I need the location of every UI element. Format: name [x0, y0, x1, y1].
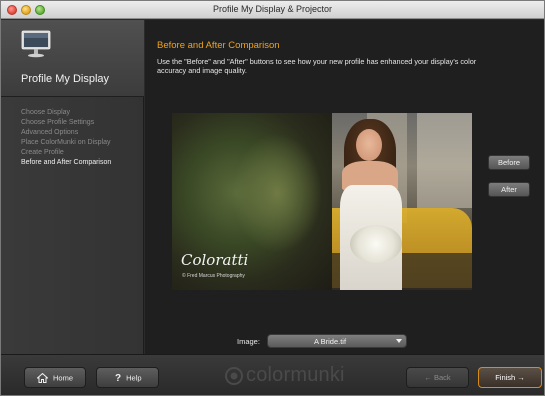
wizard-step-choose-profile-settings: Choose Profile Settings [21, 119, 95, 127]
sidebar-title: Profile My Display [21, 73, 110, 85]
photo-bouquet [350, 225, 402, 263]
wizard-step-before-after: Before and After Comparison [21, 159, 112, 167]
wizard-step-create-profile: Create Profile [21, 149, 64, 157]
image-select-value: A Bride.tif [313, 337, 347, 346]
before-button[interactable]: Before [488, 155, 530, 170]
colormunki-logo-icon [225, 366, 243, 385]
footer-bar: Home ? Help colormunki ← Back Finish → [1, 354, 544, 395]
image-select-label: Image: [237, 337, 260, 346]
comparison-image: Coloratti © Fred Marcus Photography [172, 113, 472, 290]
image-select[interactable]: A Bride.tif [267, 334, 407, 348]
monitor-icon [21, 30, 51, 58]
house-icon [37, 373, 48, 384]
home-button-label: Home [53, 373, 74, 383]
window-title: Profile My Display & Projector [212, 4, 333, 14]
photo-watermark: Coloratti [181, 251, 249, 269]
home-button[interactable]: Home [24, 367, 86, 388]
sidebar: Profile My Display Choose Display Choose… [1, 20, 144, 354]
wizard-steps: Choose Display Choose Profile Settings A… [21, 108, 111, 169]
wizard-step-place-colormunki: Place ColorMunki on Display [21, 139, 111, 147]
photo-credit: © Fred Marcus Photography [182, 273, 245, 279]
main-panel: Before and After Comparison Use the "Bef… [145, 20, 544, 354]
title-bar[interactable]: Profile My Display & Projector [1, 1, 544, 19]
sidebar-header: Profile My Display [1, 20, 144, 97]
page-title: Before and After Comparison [157, 40, 280, 51]
chevron-down-icon [396, 339, 402, 343]
help-button-label: Help [126, 373, 142, 383]
wizard-step-choose-display: Choose Display [21, 109, 71, 116]
back-button[interactable]: ← Back [406, 367, 469, 388]
wizard-step-advanced-options: Advanced Options [21, 129, 79, 137]
help-button[interactable]: ? Help [96, 367, 159, 388]
colormunki-logo: colormunki [225, 364, 345, 387]
photo-bride-face [356, 129, 382, 161]
finish-button[interactable]: Finish → [478, 367, 542, 388]
photo-foliage-highlight [232, 133, 322, 253]
photo-building [417, 113, 472, 208]
app-window: Profile My Display & Projector Profile M… [0, 0, 545, 396]
colormunki-logo-text: colormunki [246, 364, 345, 387]
question-icon: ? [115, 372, 122, 384]
page-description: Use the "Before" and "After" buttons to … [157, 57, 477, 75]
after-button[interactable]: After [488, 182, 530, 197]
